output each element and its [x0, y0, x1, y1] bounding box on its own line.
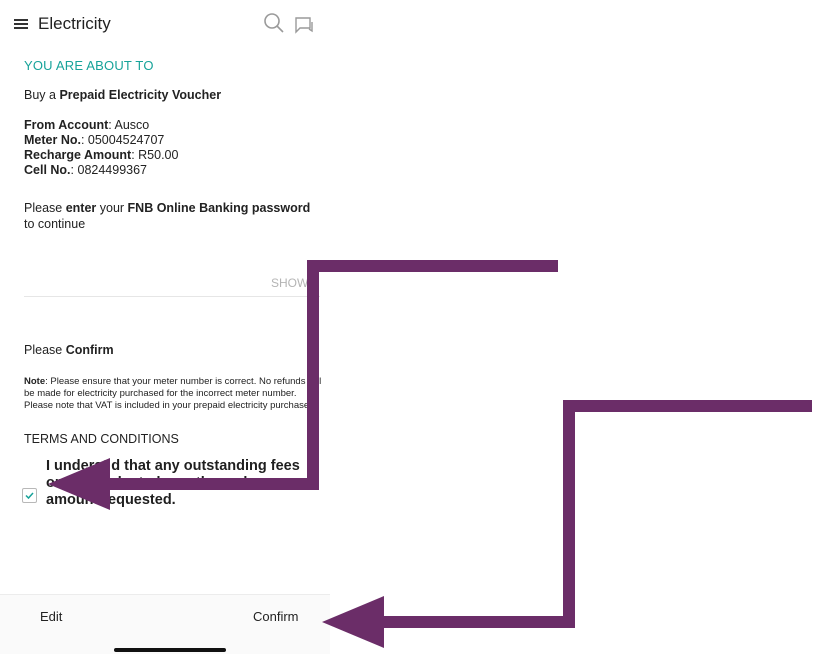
arrow-to-confirm-button [322, 400, 812, 648]
arrow-to-checkbox [48, 260, 558, 510]
annotation-arrows [48, 260, 812, 648]
